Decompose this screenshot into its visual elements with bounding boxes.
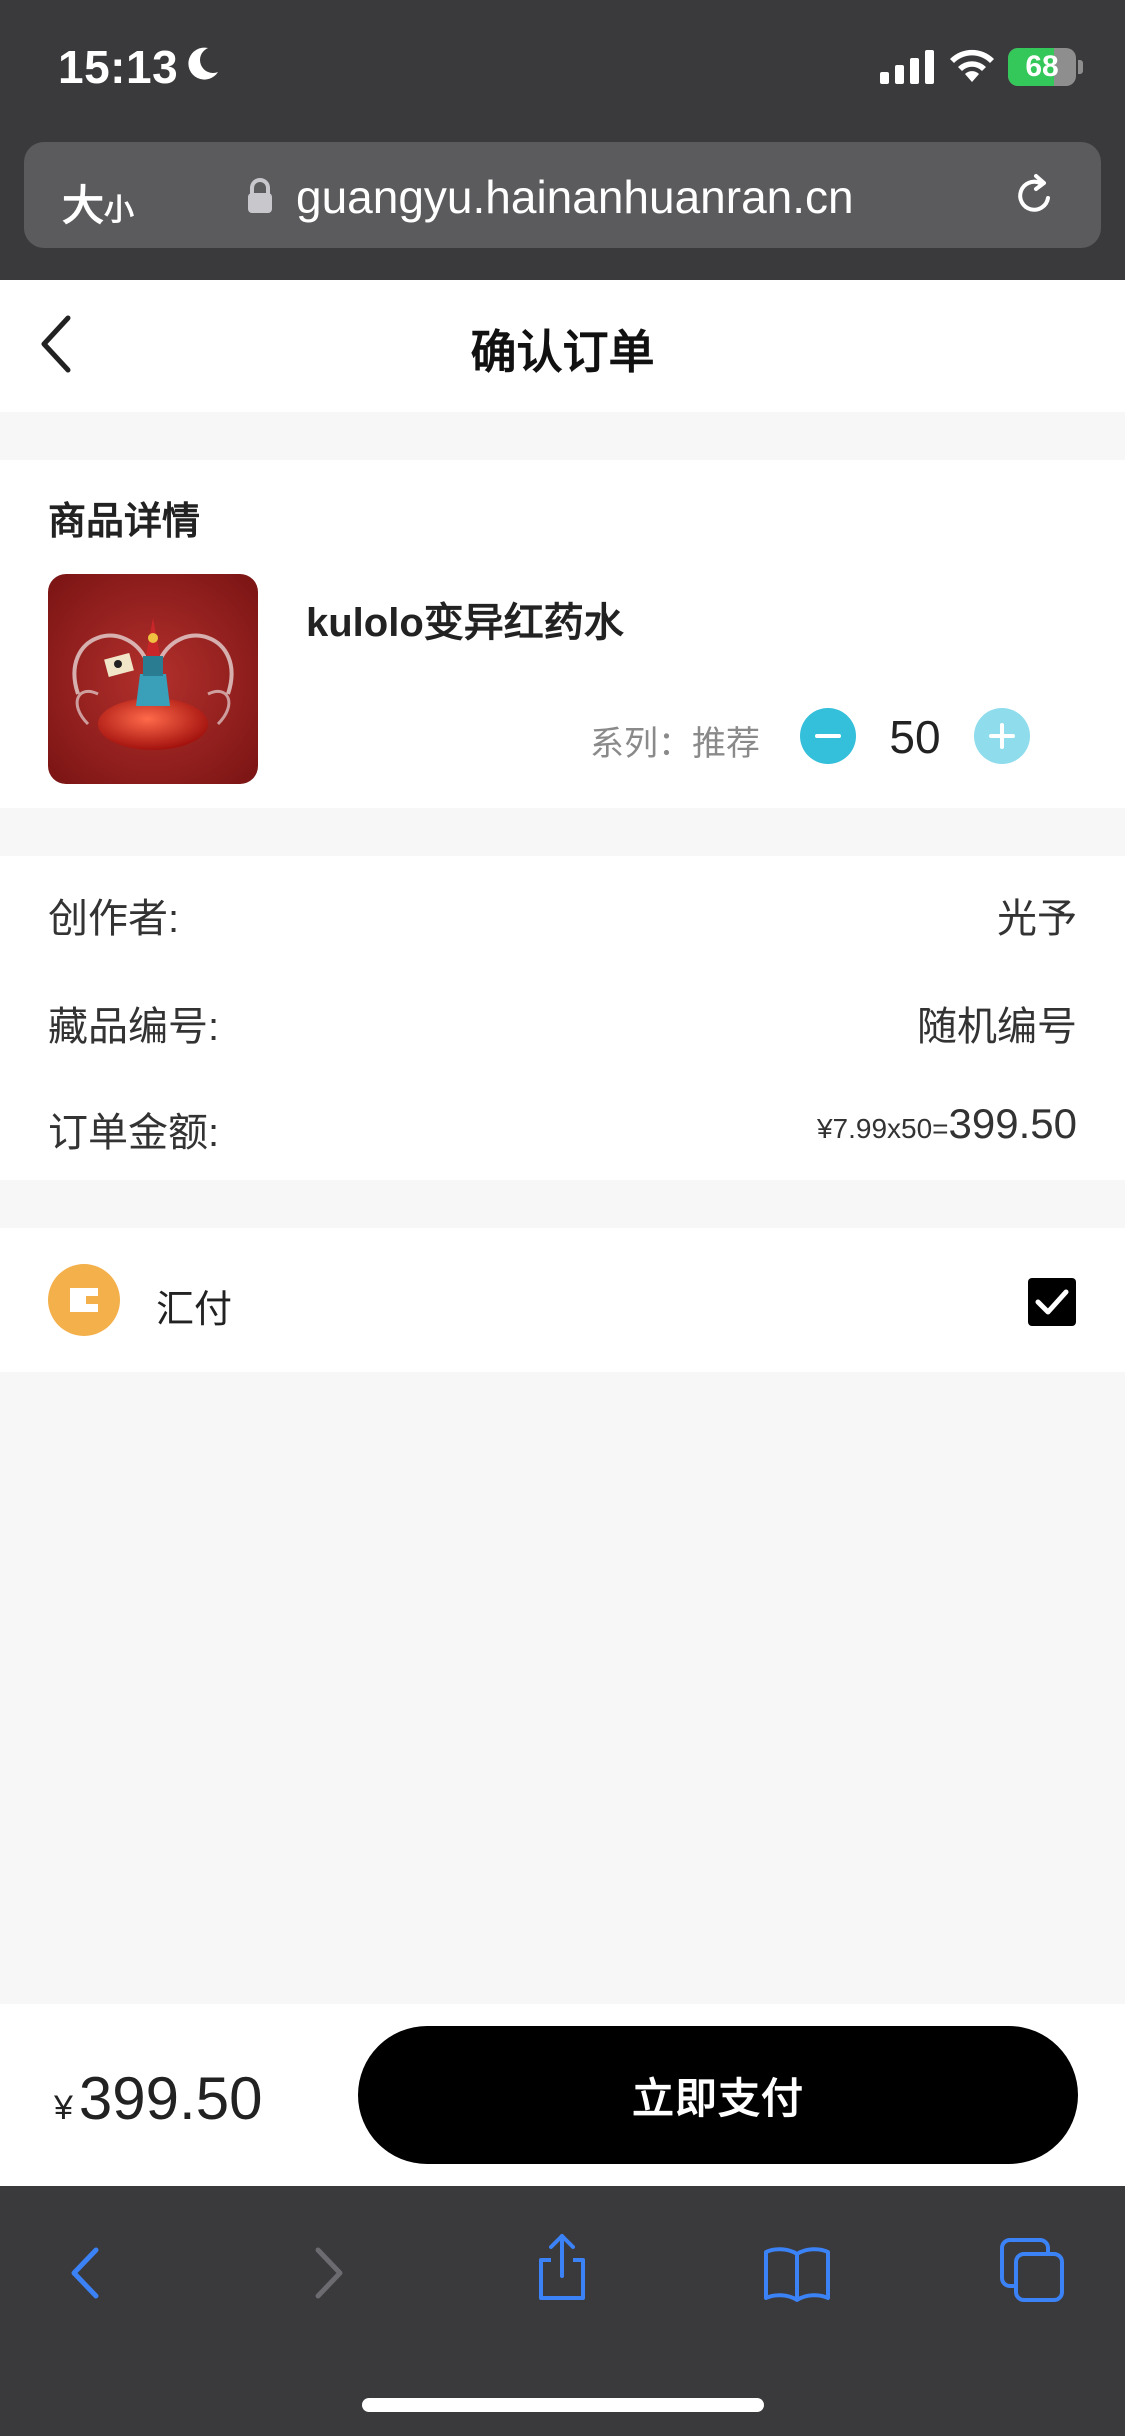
- checkbox-check-icon: [1035, 1289, 1069, 1315]
- moon-icon: [188, 47, 218, 80]
- creator-row: 创作者: 光予: [48, 886, 1077, 946]
- address-bar[interactable]: 大小 guangyu.hainanhuanran.cn: [24, 142, 1101, 248]
- product-image: [48, 574, 258, 784]
- collection-number-label: 藏品编号:: [48, 1005, 220, 1049]
- creator-value: 光予: [997, 897, 1077, 941]
- section-title: 商品详情: [48, 501, 201, 543]
- battery-icon: 68: [1008, 48, 1084, 86]
- share-icon[interactable]: [527, 2232, 597, 2302]
- decrease-quantity-button[interactable]: [800, 708, 856, 764]
- order-amount-row: 订单金额: ¥7.99x50=399.50: [48, 1100, 1077, 1160]
- lock-icon: [248, 178, 272, 213]
- battery-percent: 68: [1025, 50, 1059, 83]
- product-series: 系列：推荐: [590, 725, 760, 763]
- pay-now-button[interactable]: 立即支付: [358, 2026, 1078, 2164]
- safari-forward-icon[interactable]: [292, 2238, 362, 2308]
- currency-symbol: ¥: [54, 2089, 73, 2127]
- wallet-icon: [48, 1264, 120, 1336]
- collection-number-value: 随机编号: [917, 1005, 1077, 1049]
- url-text[interactable]: guangyu.hainanhuanran.cn: [296, 170, 854, 224]
- total-amount: 399.50: [78, 2065, 263, 2132]
- browser-chrome: 15:13 68 大小 guangyu.hainanhuanran.cn: [0, 0, 1125, 280]
- amount-formula: ¥7.99x50=: [816, 1113, 949, 1144]
- checkout-bar: ¥399.50 立即支付: [0, 2004, 1125, 2186]
- signal-icon: [880, 50, 934, 84]
- home-indicator: [362, 2398, 764, 2412]
- creator-label: 创作者:: [48, 897, 180, 941]
- product-name: kulolo变异红药水: [306, 601, 624, 645]
- payment-method-row[interactable]: 汇付: [0, 1228, 1125, 1372]
- payment-method-label: 汇付: [156, 1289, 233, 1331]
- quantity-value: 50: [889, 711, 941, 763]
- text-size-button[interactable]: 大小: [62, 172, 134, 233]
- payment-checkbox[interactable]: [1028, 1278, 1076, 1326]
- page-header: 确认订单: [0, 280, 1125, 412]
- amount-total: 399.50: [948, 1100, 1077, 1147]
- status-time: 15:13: [58, 41, 179, 93]
- tabs-icon[interactable]: [998, 2236, 1068, 2306]
- order-info-card: 创作者: 光予 藏品编号: 随机编号 订单金额: ¥7.99x50=399.50: [0, 856, 1125, 1180]
- order-amount-label: 订单金额:: [48, 1111, 220, 1155]
- product-card: 商品详情 kulolo变异红药水 系列：推荐 50: [0, 460, 1125, 808]
- wifi-icon: [950, 49, 994, 82]
- bookmarks-icon[interactable]: [762, 2238, 832, 2308]
- reload-icon[interactable]: [1010, 172, 1058, 220]
- total-price: ¥399.50: [54, 2064, 262, 2133]
- order-amount-value: ¥7.99x50=399.50: [817, 1100, 1077, 1148]
- increase-quantity-button[interactable]: [974, 708, 1030, 764]
- collection-number-row: 藏品编号: 随机编号: [48, 994, 1077, 1054]
- safari-back-icon[interactable]: [52, 2238, 122, 2308]
- page-title: 确认订单: [470, 326, 655, 378]
